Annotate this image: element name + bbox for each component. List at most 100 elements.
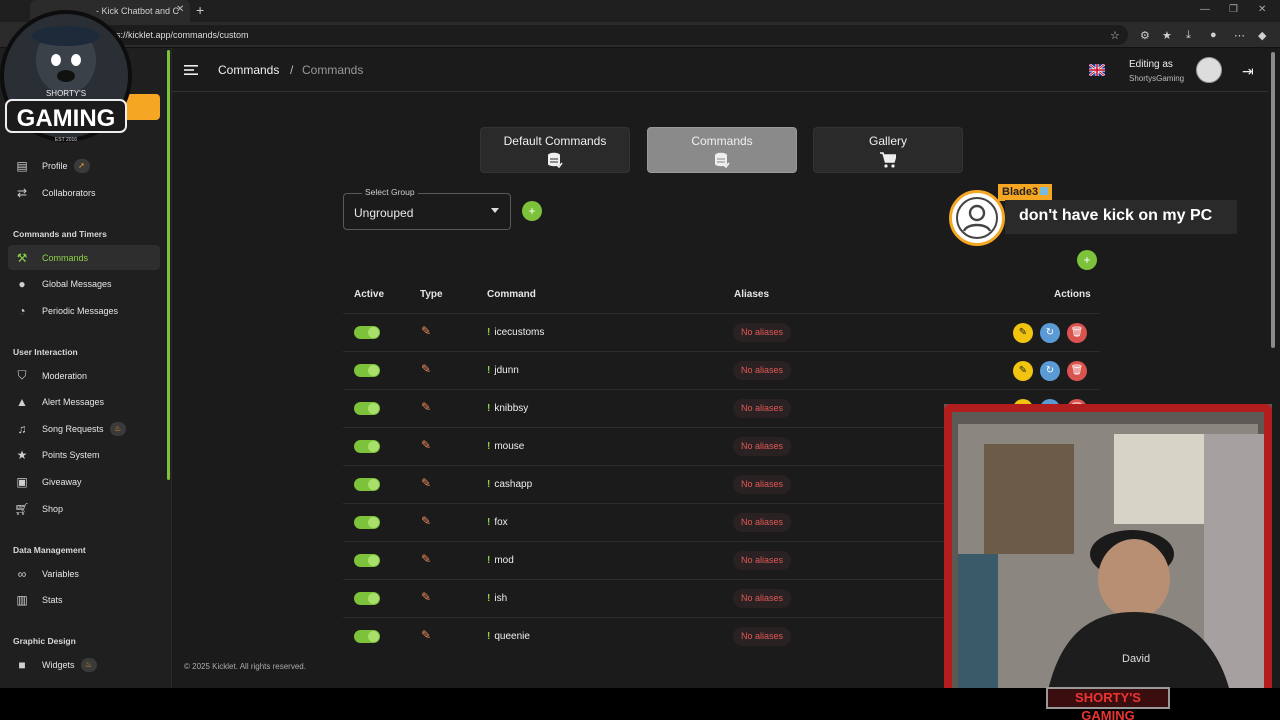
video-icon: ■ xyxy=(18,657,26,672)
sidebar-item-label: Global Messages xyxy=(42,278,112,289)
shortys-gaming-logo: SHORTY'S GAMING EST 2016 xyxy=(0,10,132,143)
edit-button[interactable]: ✎ xyxy=(1013,361,1033,381)
new-tab-icon[interactable]: + xyxy=(196,2,204,18)
favorite-star-icon[interactable]: ☆ xyxy=(1110,29,1120,42)
command-name: ! icecustoms xyxy=(487,327,544,338)
editing-username: ShortysGaming xyxy=(1129,74,1185,83)
add-group-button[interactable]: + xyxy=(522,201,542,221)
tab-label: Commands xyxy=(691,134,753,148)
active-toggle[interactable] xyxy=(354,440,380,453)
pencil-type-icon: ✎ xyxy=(421,476,432,490)
sidebar-item-stats[interactable]: ▥ Stats xyxy=(8,587,160,612)
address-bar[interactable]: s://kicklet.app/commands/custom xyxy=(100,25,1128,45)
sidebar-scrollbar[interactable] xyxy=(167,50,170,480)
aliases-badge: No aliases xyxy=(733,399,792,418)
tab-gallery[interactable]: Gallery xyxy=(813,127,963,173)
close-window-icon[interactable]: ✕ xyxy=(1258,4,1266,15)
editing-as-label: Editing as xyxy=(1129,59,1173,70)
command-name: ! mouse xyxy=(487,441,524,452)
command-text: knibbsy xyxy=(494,403,529,414)
delete-button[interactable]: 🗑︎ xyxy=(1067,361,1087,381)
link-icon: ∞ xyxy=(17,566,27,581)
cart-icon xyxy=(880,152,896,168)
avatar[interactable] xyxy=(1196,57,1222,83)
sidebar-item-giveaway[interactable]: ▣ Giveaway xyxy=(8,469,160,494)
pencil-type-icon: ✎ xyxy=(421,362,432,376)
aliases-badge: No aliases xyxy=(733,361,792,380)
active-toggle[interactable] xyxy=(354,516,380,529)
active-toggle[interactable] xyxy=(354,364,380,377)
chat-message: don't have kick on my PC xyxy=(1005,200,1237,234)
delete-button[interactable]: 🗑︎ xyxy=(1067,323,1087,343)
favorites-icon[interactable]: ★ xyxy=(1162,29,1172,42)
logout-icon[interactable]: ⇥ xyxy=(1242,63,1254,80)
sidebar-item-widgets[interactable]: ■ Widgets ♨ xyxy=(8,652,160,677)
breadcrumb-commands[interactable]: Commands xyxy=(218,63,279,77)
sidebar-item-moderation[interactable]: ⛉ Moderation xyxy=(8,363,160,388)
aliases-badge: No aliases xyxy=(733,627,792,646)
menu-toggle-icon[interactable] xyxy=(184,64,198,76)
active-toggle[interactable] xyxy=(354,326,380,339)
music-icon: ♫ xyxy=(17,421,27,436)
cart-icon: 🛒︎ xyxy=(14,501,30,516)
extension-icon[interactable]: ⚙ xyxy=(1140,29,1150,42)
more-icon[interactable]: ⋯ xyxy=(1234,29,1245,42)
badge-icon xyxy=(1040,187,1049,195)
aliases-badge: No aliases xyxy=(733,323,792,342)
copy-button[interactable]: ↻ xyxy=(1040,361,1060,381)
tab-commands[interactable]: Commands xyxy=(647,127,797,173)
sidebar-section-commands: Commands and Timers xyxy=(13,229,107,239)
command-prefix: ! xyxy=(487,631,491,642)
sidebar-item-global-messages[interactable]: ● Global Messages xyxy=(8,271,160,296)
sidebar-item-commands[interactable]: ⚒ Commands xyxy=(8,245,160,270)
column-header-type: Type xyxy=(420,289,443,300)
sidebar-item-label: Profile xyxy=(42,160,68,171)
tab-default-commands[interactable]: Default Commands xyxy=(480,127,630,173)
sidebar-item-collaborators[interactable]: ⇄ Collaborators xyxy=(8,180,160,205)
chat-username: Blade3 xyxy=(998,184,1053,201)
sidebar-item-shop[interactable]: 🛒︎ Shop xyxy=(8,496,160,521)
sidebar-item-periodic-messages[interactable]: ◔ Periodic Messages xyxy=(8,298,160,323)
minimize-icon[interactable]: — xyxy=(1200,4,1210,15)
select-group-value: Ungrouped xyxy=(354,206,414,220)
sidebar-item-song-requests[interactable]: ♫ Song Requests ♨ xyxy=(8,416,160,441)
command-text: queenie xyxy=(494,631,530,642)
command-name: ! mod xyxy=(487,555,514,566)
sidebar-item-variables[interactable]: ∞ Variables xyxy=(8,561,160,586)
maximize-icon[interactable]: ❐ xyxy=(1229,4,1238,15)
profile-icon[interactable]: ● xyxy=(1210,29,1217,41)
sidebar-item-points-system[interactable]: ★ Points System xyxy=(8,442,160,467)
copilot-icon[interactable]: ◆ xyxy=(1258,29,1266,42)
chat-avatar xyxy=(949,190,1005,246)
sidebar-item-label: Moderation xyxy=(42,370,88,381)
clock-icon: ◔ xyxy=(18,303,26,318)
active-toggle[interactable] xyxy=(354,630,380,643)
command-name: ! fox xyxy=(487,517,508,528)
aliases-badge: No aliases xyxy=(733,475,792,494)
copy-button[interactable]: ↻ xyxy=(1040,323,1060,343)
active-toggle[interactable] xyxy=(354,592,380,605)
sidebar-item-alert-messages[interactable]: ▲ Alert Messages xyxy=(8,389,160,414)
sidebar-section-data: Data Management xyxy=(13,545,86,555)
main-scrollbar[interactable] xyxy=(1271,52,1275,348)
add-command-button[interactable]: + xyxy=(1077,250,1097,270)
star-icon: ★ xyxy=(16,447,28,462)
sidebar-item-label: Giveaway xyxy=(42,476,82,487)
command-name: ! jdunn xyxy=(487,365,519,376)
sidebar-item-label: Alert Messages xyxy=(42,396,105,407)
active-toggle[interactable] xyxy=(354,402,380,415)
close-tab-icon[interactable]: ✕ xyxy=(176,4,184,15)
webcam-frame xyxy=(944,404,1272,712)
active-toggle[interactable] xyxy=(354,554,380,567)
tab-label: Default Commands xyxy=(503,134,607,148)
sidebar-section-user: User Interaction xyxy=(13,347,78,357)
uk-flag-icon[interactable] xyxy=(1089,64,1105,76)
sidebar-section-graphic: Graphic Design xyxy=(13,636,76,646)
select-group-dropdown[interactable]: Ungrouped xyxy=(343,193,511,230)
table-row: ✎ ! jdunn No aliases ✎ ↻ 🗑︎ xyxy=(343,351,1100,389)
download-icon[interactable]: ⤓ xyxy=(1186,29,1191,42)
edit-button[interactable]: ✎ xyxy=(1013,323,1033,343)
active-toggle[interactable] xyxy=(354,478,380,491)
command-prefix: ! xyxy=(487,517,491,528)
sidebar-item-label: Variables xyxy=(42,568,79,579)
